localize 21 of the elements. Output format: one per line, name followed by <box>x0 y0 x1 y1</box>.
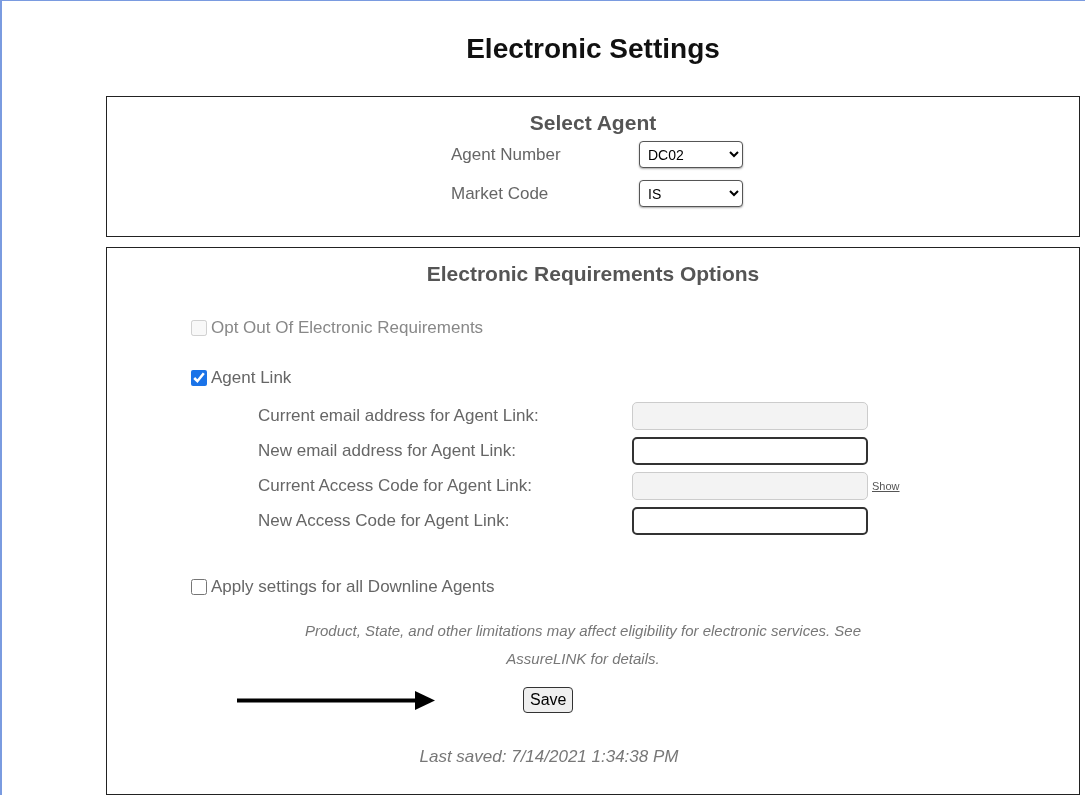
field-label: New Access Code for Agent Link: <box>258 511 511 531</box>
agent-link-checkbox[interactable] <box>191 370 207 386</box>
checkbox-label: Opt Out Of Electronic Requirements <box>211 318 484 338</box>
input-field[interactable] <box>632 507 868 535</box>
checkbox-label: Agent Link <box>211 368 292 388</box>
last-saved-text: Last saved: 7/14/2021 1:34:38 PM <box>418 747 680 767</box>
section-heading: Select Agent <box>528 110 658 135</box>
field-label: Market Code <box>451 183 550 204</box>
dropdown[interactable]: DC02 <box>639 141 743 168</box>
field-label: Current email address for Agent Link: <box>258 406 540 426</box>
downline-checkbox[interactable] <box>191 579 207 595</box>
input-field[interactable] <box>632 437 868 465</box>
save-button[interactable]: Save <box>523 687 574 713</box>
field-label: Agent Number <box>451 144 562 165</box>
field-label: Current Access Code for Agent Link: <box>258 476 534 496</box>
section-heading: Electronic Requirements Options <box>425 261 761 286</box>
page-title: Electronic Settings <box>465 31 721 66</box>
eligibility-note: Product, State, and other limitations may affect eligibility for electronic services. See AssureLINK for details. <box>303 621 863 669</box>
field-label: New email address for Agent Link: <box>258 441 517 461</box>
checkbox-label: Apply settings for all Downline Agents <box>211 577 495 597</box>
dropdown[interactable]: IS <box>639 180 743 207</box>
